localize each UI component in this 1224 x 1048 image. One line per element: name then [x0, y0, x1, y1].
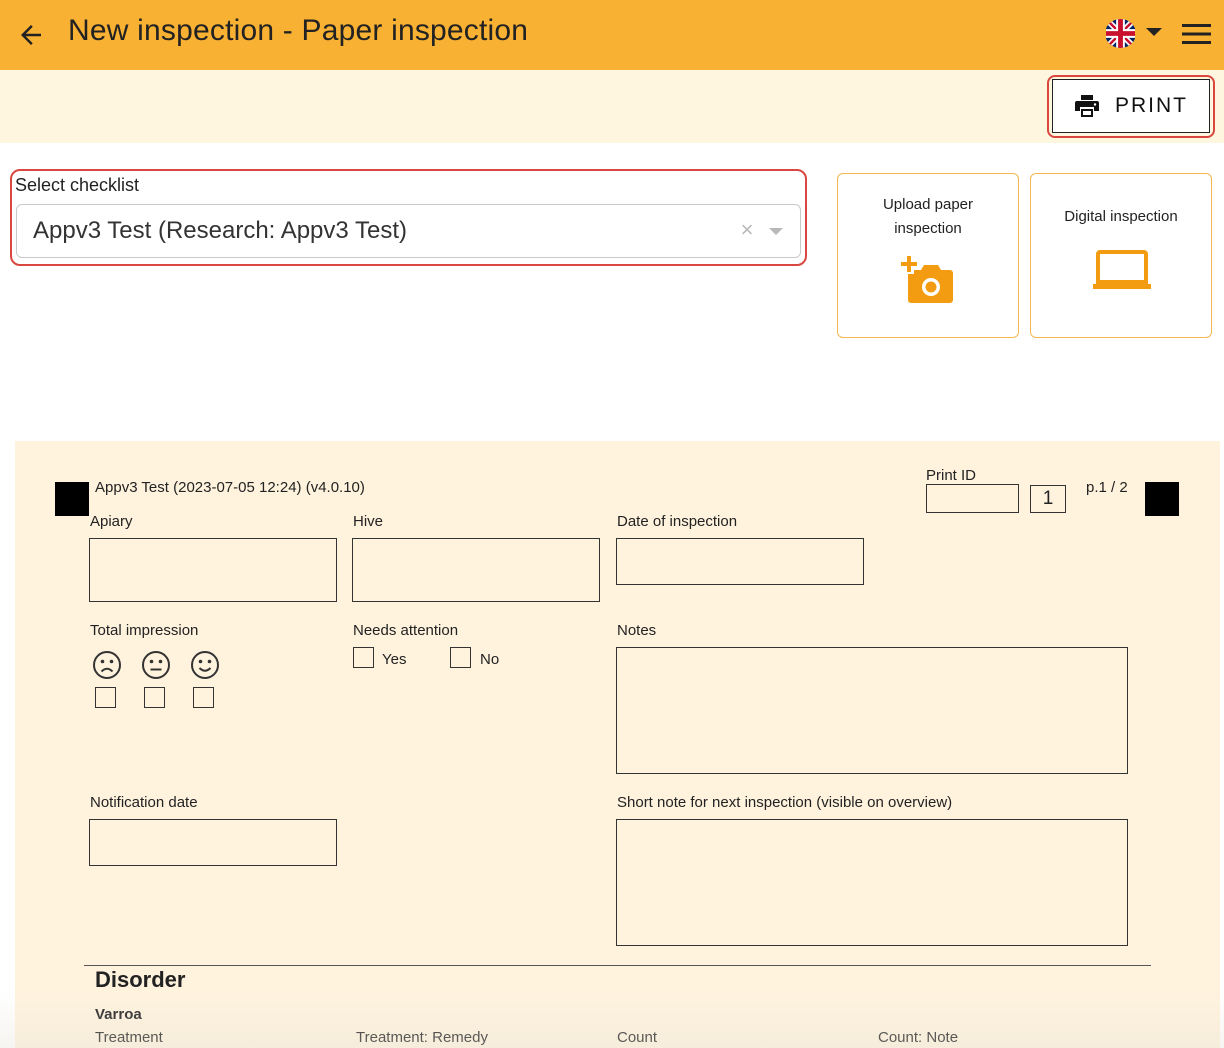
clear-x-icon[interactable]: × — [737, 219, 757, 241]
alignment-marker — [1145, 482, 1179, 516]
date-of-inspection-label: Date of inspection — [617, 513, 738, 530]
toolbar — [0, 70, 1224, 143]
section-divider — [84, 965, 1151, 966]
print-id-label: Print ID — [926, 467, 977, 484]
date-of-inspection-box — [616, 538, 864, 585]
impression-checkbox-neutral — [144, 687, 165, 708]
alignment-marker — [55, 482, 89, 516]
upload-paper-inspection-label: Upload paper inspection — [882, 196, 974, 237]
treatment-column-header: Treatment — [95, 1029, 163, 1046]
paper-inspection-preview: Appv3 Test (2023-07-05 12:24) (v4.0.10) … — [15, 441, 1220, 1048]
count-note-column-header: Count: Note — [878, 1029, 959, 1046]
neutral-face-icon — [142, 651, 170, 679]
uk-flag-icon[interactable] — [1105, 19, 1136, 48]
add-photo-camera-icon — [901, 256, 953, 303]
happy-face-icon — [191, 651, 219, 679]
print-id-box — [926, 484, 1019, 513]
apiary-box — [89, 538, 337, 602]
checklist-selected-value: Appv3 Test (Research: Appv3 Test) — [33, 217, 407, 244]
needs-attention-yes-label: Yes — [382, 651, 407, 668]
digital-inspection-card[interactable]: Digital inspection — [1030, 173, 1212, 338]
short-note-box — [616, 819, 1128, 946]
upload-paper-inspection-card[interactable]: Upload paper inspection — [837, 173, 1019, 338]
laptop-icon — [1093, 250, 1151, 289]
impression-checkbox-happy — [193, 687, 214, 708]
notes-label: Notes — [617, 622, 657, 639]
digital-inspection-label: Digital inspection — [1064, 208, 1178, 225]
form-header: Appv3 Test (2023-07-05 12:24) (v4.0.10) — [95, 479, 365, 496]
checklist-select[interactable]: Appv3 Test (Research: Appv3 Test) × — [16, 204, 801, 258]
language-dropdown-caret-icon[interactable] — [1146, 28, 1162, 36]
needs-attention-no-checkbox — [450, 647, 471, 668]
select-checklist-label: Select checklist — [15, 175, 140, 195]
notification-date-box — [89, 819, 337, 866]
apiary-label: Apiary — [90, 513, 133, 530]
total-impression-label: Total impression — [90, 622, 199, 639]
notes-box — [616, 647, 1128, 774]
needs-attention-no-label: No — [480, 651, 500, 668]
hive-box — [352, 538, 600, 602]
caret-down-icon[interactable] — [769, 228, 783, 235]
print-button[interactable]: PRINT — [1052, 79, 1210, 133]
arrow-left-icon[interactable] — [16, 20, 46, 50]
notification-date-label: Notification date — [90, 794, 198, 811]
page-title: New inspection - Paper inspection — [68, 14, 529, 47]
page-number-box: 1 — [1030, 485, 1066, 513]
varroa-subsection-title: Varroa — [95, 1006, 142, 1023]
impression-checkbox-sad — [95, 687, 116, 708]
count-column-header: Count — [617, 1029, 658, 1046]
needs-attention-yes-checkbox — [353, 647, 374, 668]
hive-label: Hive — [353, 513, 384, 530]
app-bar: New inspection - Paper inspection — [0, 0, 1224, 70]
treatment-remedy-column-header: Treatment: Remedy — [356, 1029, 488, 1046]
page-label: p.1 / 2 — [1086, 479, 1128, 496]
printer-icon — [1075, 95, 1099, 117]
short-note-label: Short note for next inspection (visible … — [617, 794, 953, 811]
needs-attention-label: Needs attention — [353, 622, 459, 639]
disorder-section-title: Disorder — [95, 967, 186, 992]
hamburger-menu-icon[interactable] — [1182, 22, 1211, 46]
print-button-label: PRINT — [1115, 94, 1188, 117]
sad-face-icon — [93, 651, 121, 679]
